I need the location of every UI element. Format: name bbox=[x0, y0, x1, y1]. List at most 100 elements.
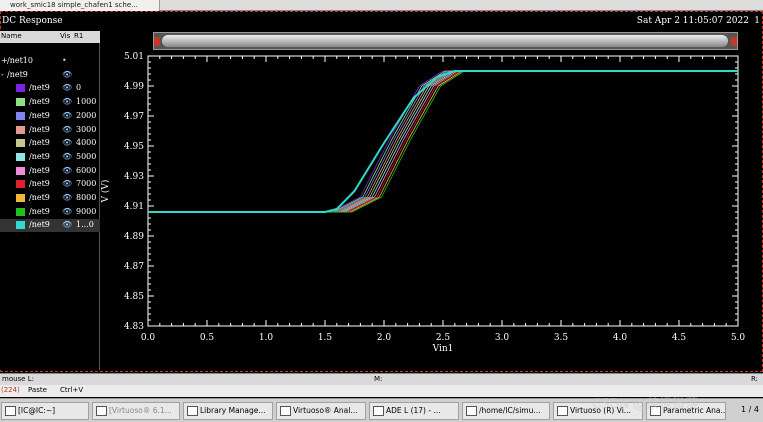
visibility-eye-icon[interactable]: 👁 bbox=[62, 70, 72, 79]
series-line-7000 bbox=[148, 70, 738, 213]
color-swatch bbox=[16, 139, 25, 148]
sweep-value: 1000 bbox=[76, 97, 97, 107]
mouse-status-bar: mouse L: M: R: bbox=[0, 373, 763, 385]
legend-header-vis[interactable]: Vis bbox=[60, 32, 70, 40]
dc-response-plot[interactable]: 0.0 0.5 1.0 1.5 2.0 2.5 3.0 3.5 4.0 4.5 5.0 4.83 4.8… bbox=[100, 50, 750, 368]
sweep-value: 2000 bbox=[76, 110, 97, 120]
taskbar-item[interactable]: Virtuoso® Anal... bbox=[276, 402, 366, 420]
signal-name: /net9 bbox=[29, 193, 50, 202]
signal-name: /net9 bbox=[29, 110, 50, 120]
x-tick-label: 3.5 bbox=[554, 333, 569, 343]
visibility-eye-icon[interactable]: 👁 bbox=[62, 138, 72, 147]
series-line-1000 bbox=[148, 70, 738, 213]
legend-row[interactable]: /net9 👁 4000 bbox=[0, 137, 100, 150]
visibility-eye-icon[interactable]: 👁 bbox=[62, 179, 72, 188]
taskbar-item-label: [IC@IC:~] bbox=[18, 406, 56, 415]
sweep-value: 0 bbox=[76, 83, 82, 93]
scroll-right-handle[interactable] bbox=[731, 37, 737, 46]
legend-row[interactable]: /net9 👁 5000 bbox=[0, 151, 100, 164]
signal-name: /net9 bbox=[29, 220, 50, 230]
legend-header-r[interactable]: R1 bbox=[74, 32, 83, 40]
signal-name: /net9 bbox=[29, 124, 50, 134]
visibility-eye-icon[interactable]: 👁 bbox=[62, 193, 72, 202]
y-tick-label: 5.01 bbox=[124, 52, 144, 62]
signal-name: /net9 bbox=[29, 179, 50, 189]
x-tick-label: 5.0 bbox=[731, 333, 746, 343]
legend-row[interactable]: -/net9 👁 bbox=[0, 69, 100, 82]
signal-name: /net9 bbox=[29, 151, 50, 161]
y-tick-label: 4.93 bbox=[124, 172, 144, 182]
visibility-eye-icon[interactable]: 👁 bbox=[62, 97, 72, 106]
x-tick-label: 0.5 bbox=[200, 333, 215, 343]
x-axis-label: Vin1 bbox=[432, 344, 454, 354]
sweep-value: 8000 bbox=[76, 193, 97, 202]
legend-row[interactable]: /net9 👁 1...0 bbox=[0, 219, 100, 233]
plot-title: DC Response bbox=[2, 16, 63, 26]
legend-row[interactable]: /net9 👁 1000 bbox=[0, 96, 100, 109]
paste-shortcut: Ctrl+V bbox=[60, 386, 84, 394]
legend-header-name[interactable]: Name bbox=[1, 32, 22, 40]
series-line-5000 bbox=[148, 70, 738, 213]
legend-row[interactable]: /net9 👁 0 bbox=[0, 82, 100, 95]
signal-name: /net9 bbox=[7, 69, 28, 79]
taskbar-item[interactable]: Library Manage... bbox=[183, 402, 273, 420]
taskbar-item[interactable]: ADE L (17) - ... bbox=[369, 402, 459, 420]
y-tick-label: 4.87 bbox=[124, 262, 144, 272]
workspace-pager[interactable]: 1 / 4 bbox=[741, 405, 759, 414]
y-tick-label: 4.83 bbox=[124, 322, 144, 332]
visibility-eye-icon[interactable]: 👁 bbox=[62, 125, 72, 134]
legend-row[interactable]: +/net10 • bbox=[0, 55, 100, 68]
taskbar-item[interactable]: [Virtuoso® 6.1... bbox=[92, 402, 180, 420]
color-swatch bbox=[16, 221, 25, 230]
window-tab[interactable]: work_smic18 simple_chafen1 sche... bbox=[0, 0, 160, 11]
y-axis-label: V (V) bbox=[100, 180, 111, 204]
legend-row[interactable]: /net9 👁 6000 bbox=[0, 165, 100, 178]
taskbar-item[interactable]: [IC@IC:~] bbox=[1, 402, 89, 420]
series-line-8000 bbox=[148, 70, 738, 213]
ade-icon bbox=[373, 406, 384, 416]
plot-datetime: Sat Apr 2 11:05:07 2022 bbox=[636, 16, 749, 26]
taskbar-item-label: /home/IC/simu... bbox=[479, 406, 541, 415]
virtuoso-icon bbox=[280, 406, 291, 416]
virtuoso-icon bbox=[96, 406, 107, 416]
visibility-eye-icon[interactable]: 👁 bbox=[62, 207, 72, 216]
plot-frame bbox=[147, 55, 739, 327]
legend-row[interactable]: /net9 👁 8000 bbox=[0, 192, 100, 205]
color-swatch bbox=[16, 166, 25, 175]
mouse-left-status: mouse L: bbox=[2, 375, 34, 383]
legend-row[interactable]: /net9 👁 9000 bbox=[0, 206, 100, 219]
library-icon bbox=[187, 406, 198, 416]
visibility-eye-icon[interactable]: 👁 bbox=[62, 220, 72, 229]
visibility-eye-icon[interactable]: • bbox=[62, 56, 67, 65]
horizontal-scrollbar[interactable] bbox=[153, 32, 738, 50]
signal-legend: +/net10 • -/net9 👁/net9 👁 0/net9 👁 1000/net9 👁 20… bbox=[0, 43, 100, 370]
y-tick-label: 4.91 bbox=[124, 202, 144, 212]
paste-action[interactable]: Paste bbox=[28, 386, 47, 394]
legend-row[interactable]: /net9 👁 2000 bbox=[0, 110, 100, 123]
x-tick-label: 2.0 bbox=[377, 333, 392, 343]
visibility-eye-icon[interactable]: 👁 bbox=[62, 166, 72, 175]
scroll-left-handle[interactable] bbox=[154, 37, 160, 46]
color-swatch bbox=[16, 194, 25, 202]
sweep-value: 7000 bbox=[76, 179, 97, 189]
color-swatch bbox=[16, 125, 25, 134]
color-swatch bbox=[16, 98, 25, 107]
legend-row[interactable]: /net9 👁 7000 bbox=[0, 178, 100, 191]
x-tick-label: 4.5 bbox=[672, 333, 687, 343]
legend-row[interactable]: /net9 👁 3000 bbox=[0, 124, 100, 137]
series-line-3000 bbox=[148, 70, 738, 213]
visibility-eye-icon[interactable]: 👁 bbox=[62, 111, 72, 120]
x-tick-label: 0.0 bbox=[141, 333, 156, 343]
corner-mark: 1 bbox=[754, 16, 760, 26]
scroll-thumb[interactable] bbox=[162, 35, 728, 47]
visibility-eye-icon[interactable]: 👁 bbox=[62, 152, 72, 161]
y-tick-label: 4.97 bbox=[124, 112, 144, 122]
collapse-icon[interactable]: - bbox=[1, 70, 4, 79]
sweep-value: 3000 bbox=[76, 124, 97, 134]
visibility-eye-icon[interactable]: 👁 bbox=[62, 83, 72, 92]
sweep-value: 4000 bbox=[76, 138, 97, 148]
mouse-middle-status: M: bbox=[374, 375, 383, 383]
y-tick-label: 4.85 bbox=[124, 292, 144, 302]
taskbar-item-label: ADE L (17) - ... bbox=[386, 406, 441, 415]
taskbar-item[interactable]: /home/IC/simu... bbox=[462, 402, 550, 420]
